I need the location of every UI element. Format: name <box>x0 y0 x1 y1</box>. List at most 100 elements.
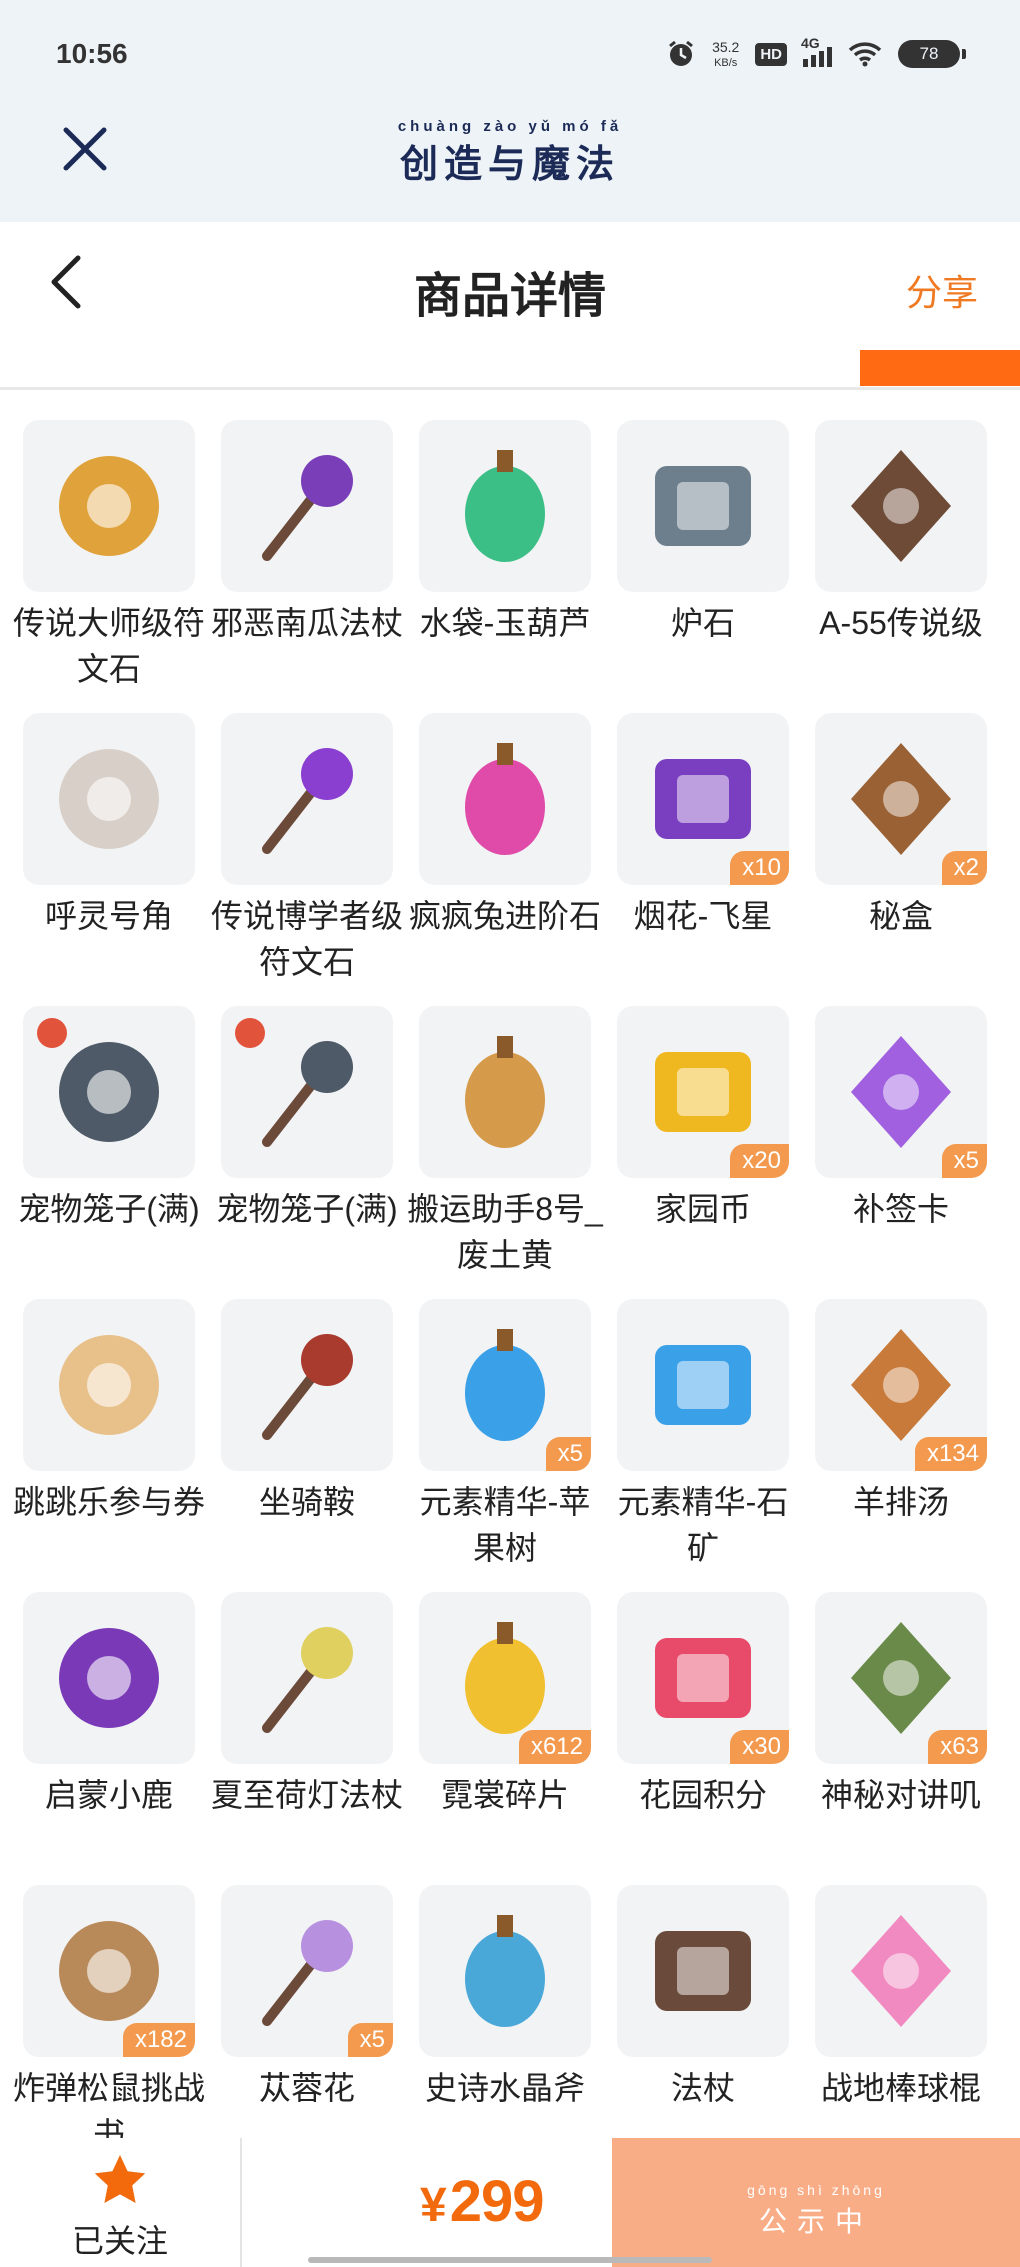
item-name: 补签卡 <box>852 1191 949 1227</box>
price: ¥299 <box>420 2168 545 2235</box>
item-name: 呼灵号角 <box>44 898 173 934</box>
item-name: 家园币 <box>654 1191 751 1227</box>
hd-icon: HD <box>755 42 787 66</box>
item-thumbnail <box>23 1592 195 1764</box>
epic-crystal-axe-icon <box>465 1915 545 2027</box>
stone-ore-essence-icon <box>655 1345 751 1425</box>
quantity-badge: x63 <box>928 1730 987 1764</box>
spirit-horn-icon <box>59 749 159 849</box>
page-nav: 商品详情 分享 <box>0 222 1020 350</box>
quantity-badge: x134 <box>914 1437 987 1471</box>
item-card[interactable]: 疯疯兔进阶石 <box>406 713 604 939</box>
status-icons: 35.2 KB/s HD 4G 78 <box>666 34 966 74</box>
evil-pumpkin-staff-icon <box>262 455 353 561</box>
status-time: 10:56 <box>56 38 128 69</box>
tab-strip <box>0 350 1020 390</box>
makeup-card-icon <box>851 1036 951 1148</box>
item-card[interactable]: 水袋-玉葫芦 <box>406 420 604 646</box>
item-name: 启蒙小鹿 <box>44 1777 173 1813</box>
baseball-bat-icon <box>851 1915 951 2027</box>
price-value: 299 <box>449 2169 545 2234</box>
item-card[interactable]: 炉石 <box>604 420 802 646</box>
active-tab-indicator[interactable] <box>860 350 1020 386</box>
item-card[interactable]: x2 秘盒 <box>802 713 1000 939</box>
item-card[interactable]: 传说博学者级符文石 <box>208 713 406 985</box>
lotus-lamp-staff-icon <box>262 1627 353 1733</box>
item-grid: 传说大师级符文石 邪恶南瓜法杖 水袋-玉葫芦 炉石 A-55传说级呼灵号角 传说博学者级符… <box>0 420 1020 2140</box>
item-card[interactable]: 元素精华-石矿 <box>604 1299 802 1571</box>
item-card[interactable]: 坐骑鞍 <box>208 1299 406 1525</box>
item-name: 传说大师级符文石 <box>12 605 205 687</box>
legendary-master-rune-icon <box>59 456 159 556</box>
item-card[interactable]: x63 神秘对讲叽 <box>802 1592 1000 1818</box>
cellular-signal-icon: 4G <box>801 35 832 67</box>
firework-icon <box>655 759 751 839</box>
quantity-badge: x10 <box>730 851 789 885</box>
item-thumbnail <box>221 420 393 592</box>
item-thumbnail <box>419 713 591 885</box>
item-card[interactable]: x30 花园积分 <box>604 1592 802 1818</box>
app-header: 10:56 35.2 KB/s HD 4G 78 chuàng zào yǔ m… <box>0 0 1020 222</box>
jump-ticket-icon <box>59 1335 159 1435</box>
item-card[interactable]: 夏至荷灯法杖 <box>208 1592 406 1818</box>
battery-icon: 78 <box>898 40 966 68</box>
quantity-badge: x20 <box>730 1144 789 1178</box>
item-card[interactable]: 史诗水晶斧 <box>406 1885 604 2111</box>
mystery-walkie-talkie-icon <box>851 1622 951 1734</box>
item-card[interactable]: x10 烟花-飞星 <box>604 713 802 939</box>
jade-gourd-icon <box>465 450 545 562</box>
item-name: 神秘对讲叽 <box>820 1777 981 1813</box>
item-name: 传说博学者级符文石 <box>210 898 403 980</box>
magic-staff-icon <box>655 1931 751 2011</box>
close-icon[interactable] <box>58 122 112 176</box>
follow-button[interactable]: 已关注 <box>0 2138 242 2267</box>
item-thumbnail: x63 <box>815 1592 987 1764</box>
item-thumbnail <box>23 1006 195 1178</box>
garden-points-icon <box>655 1638 751 1718</box>
item-name: 苁蓉花 <box>258 2070 355 2106</box>
item-thumbnail <box>419 420 591 592</box>
item-card[interactable]: 启蒙小鹿 <box>10 1592 208 1818</box>
item-card[interactable]: 战地棒球棍 <box>802 1885 1000 2111</box>
item-card[interactable]: x20 家园币 <box>604 1006 802 1232</box>
item-card[interactable]: x5 苁蓉花 <box>208 1885 406 2111</box>
item-name: 炸弹松鼠挑战书 <box>12 2070 205 2140</box>
clothing-shard-icon <box>465 1622 545 1734</box>
home-indicator[interactable] <box>308 2257 712 2263</box>
item-name: 花园积分 <box>638 1777 767 1813</box>
item-card[interactable]: x5 补签卡 <box>802 1006 1000 1232</box>
item-card[interactable]: 宠物笼子(满) <box>10 1006 208 1232</box>
enlightenment-deer-icon <box>59 1628 159 1728</box>
item-thumbnail: x10 <box>617 713 789 885</box>
item-name: 法杖 <box>670 2070 735 2106</box>
item-card[interactable]: 传说大师级符文石 <box>10 420 208 692</box>
share-button[interactable]: 分享 <box>906 264 978 316</box>
item-card[interactable]: x182 炸弹松鼠挑战书 <box>10 1885 208 2140</box>
item-card[interactable]: A-55传说级 <box>802 420 1000 646</box>
bottom-bar: 已关注 ¥299 gōng shì zhōng 公示中 <box>0 2138 1020 2267</box>
item-thumbnail: x30 <box>617 1592 789 1764</box>
item-card[interactable]: 宠物笼子(满) <box>208 1006 406 1232</box>
item-thumbnail: x134 <box>815 1299 987 1471</box>
item-card[interactable]: x612 霓裳碎片 <box>406 1592 604 1818</box>
item-card[interactable]: 法杖 <box>604 1885 802 2111</box>
item-thumbnail: x2 <box>815 713 987 885</box>
hearthstone-icon <box>655 466 751 546</box>
item-thumbnail: x182 <box>23 1885 195 2057</box>
item-card[interactable]: x134 羊排汤 <box>802 1299 1000 1525</box>
item-thumbnail <box>221 1299 393 1471</box>
item-card[interactable]: 搬运助手8号_废土黄 <box>406 1006 604 1278</box>
item-thumbnail <box>23 420 195 592</box>
item-card[interactable]: 呼灵号角 <box>10 713 208 939</box>
status-label: 公示中 <box>758 2205 873 2238</box>
paw-tag-icon <box>235 1018 265 1048</box>
crazy-rabbit-stone-icon <box>465 743 545 855</box>
item-name: 炉石 <box>670 605 735 641</box>
item-name: 史诗水晶斧 <box>424 2070 585 2106</box>
item-card[interactable]: x5 元素精华-苹果树 <box>406 1299 604 1571</box>
cistanche-flower-icon <box>262 1920 353 2026</box>
item-card[interactable]: 跳跳乐参与券 <box>10 1299 208 1525</box>
publicity-status-button[interactable]: gōng shì zhōng 公示中 <box>612 2138 1020 2267</box>
item-card[interactable]: 邪恶南瓜法杖 <box>208 420 406 646</box>
quantity-badge: x2 <box>941 851 987 885</box>
